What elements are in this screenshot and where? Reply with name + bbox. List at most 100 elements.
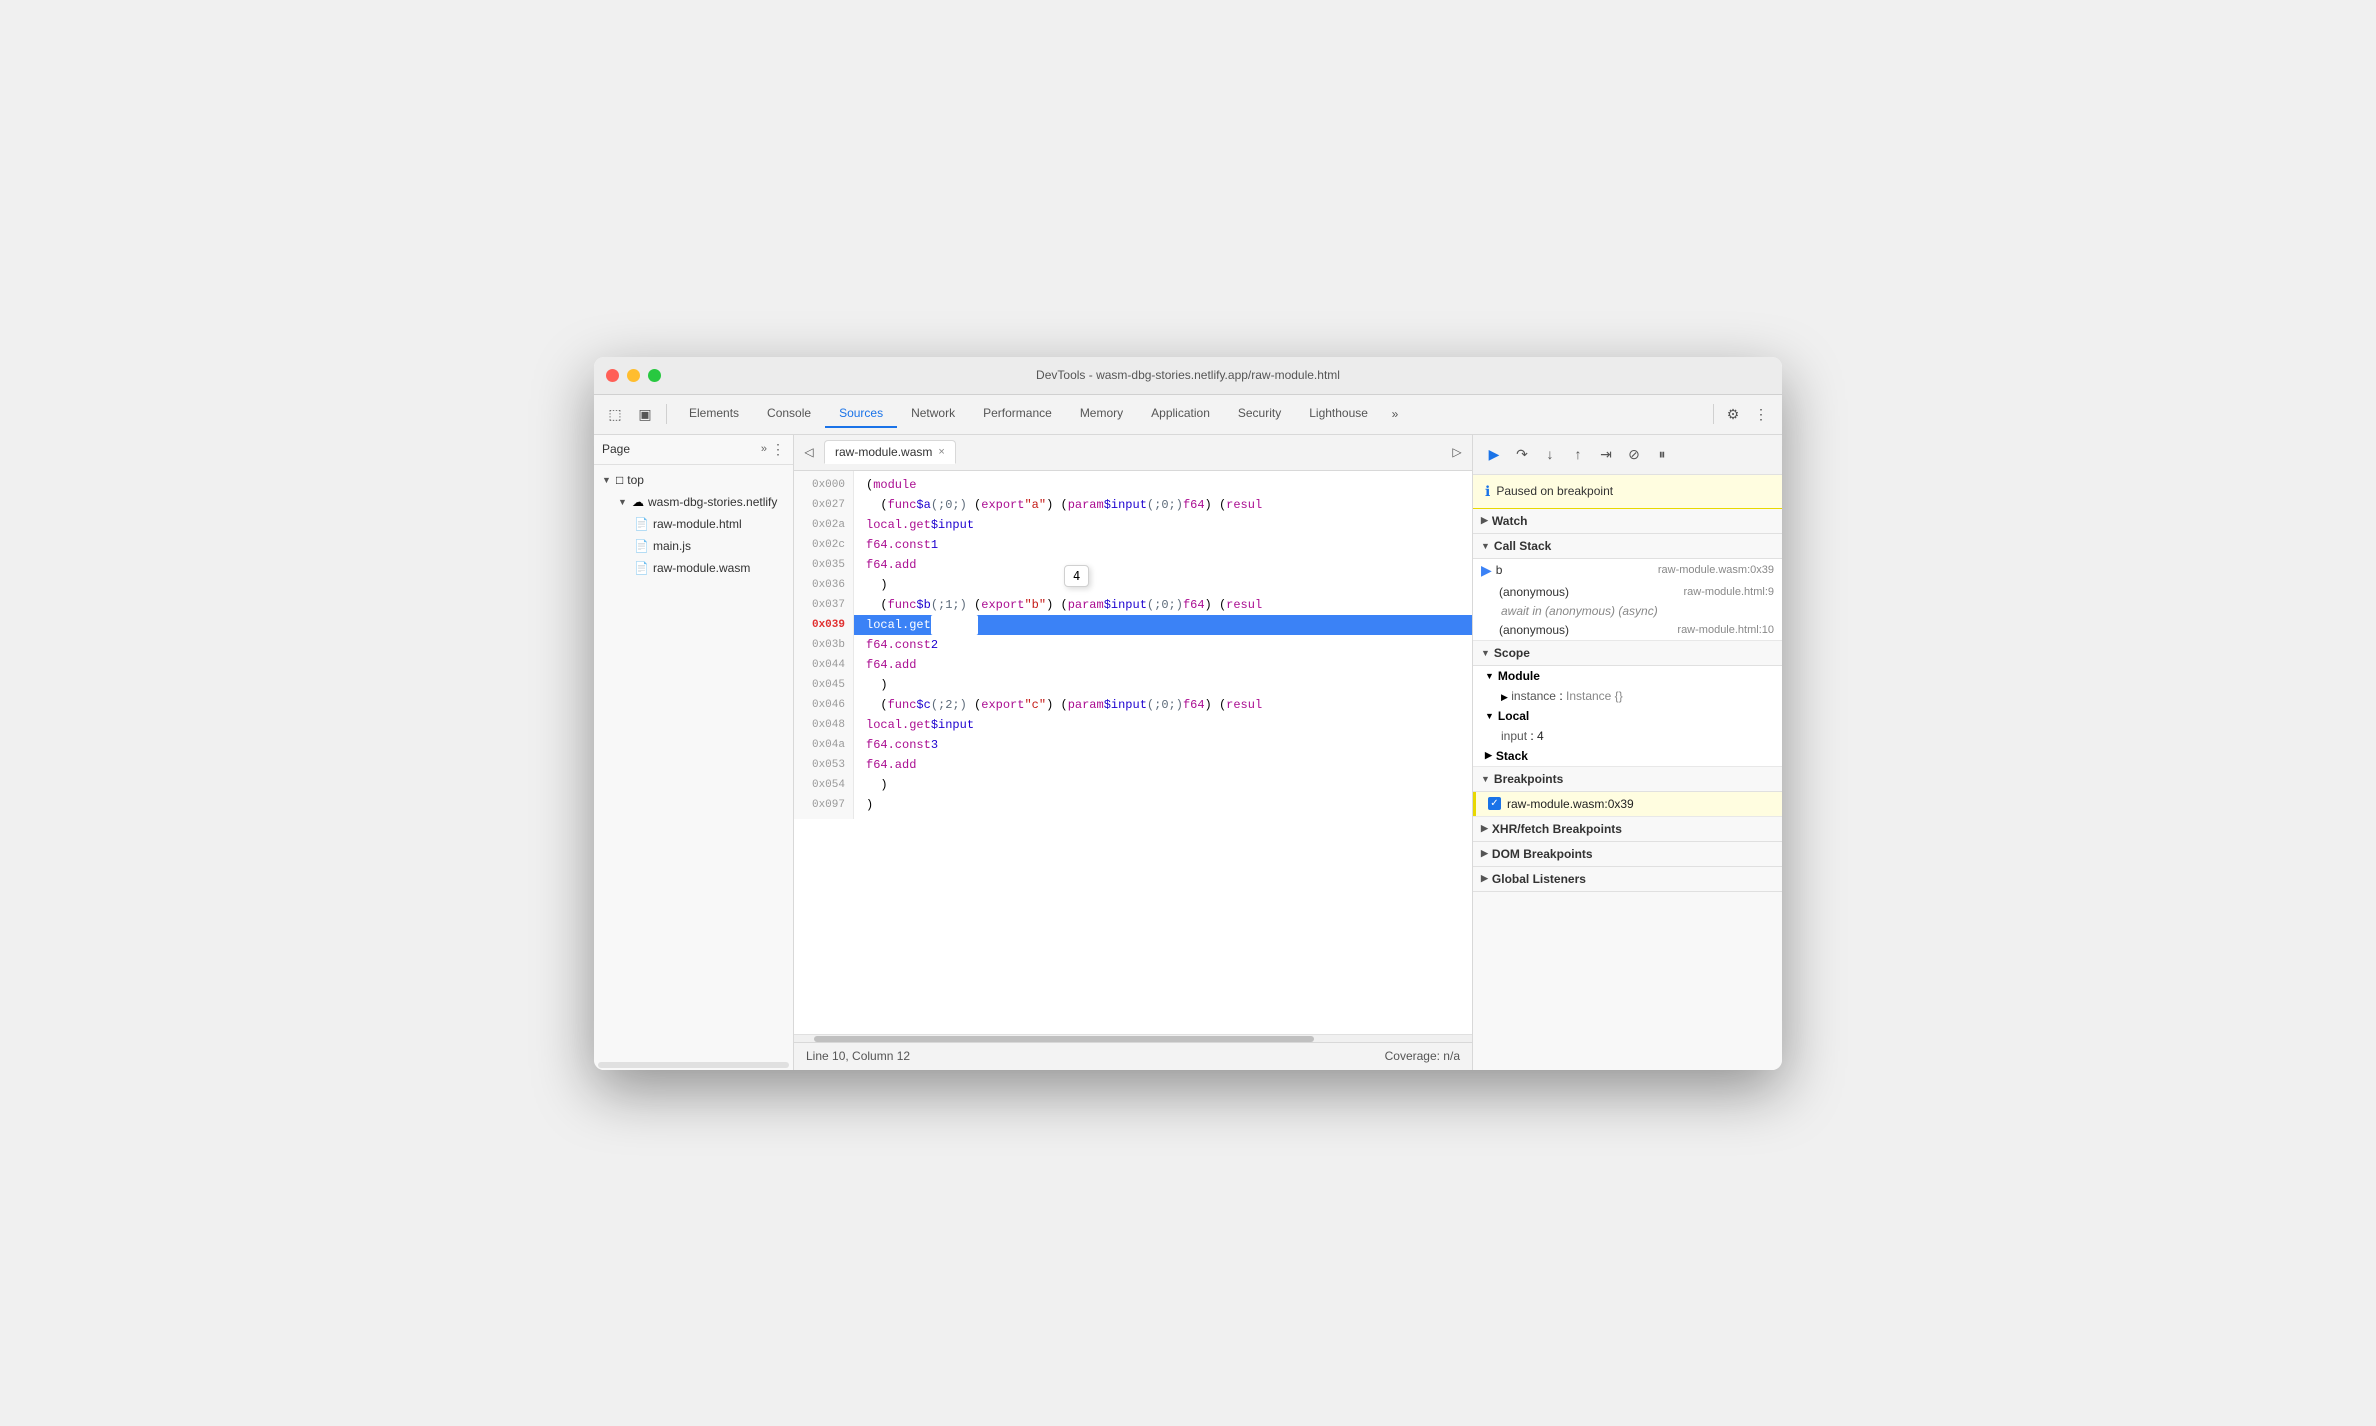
toolbar-right: ⚙ ⋮ (1709, 401, 1774, 427)
line-num-11: 0x045 (802, 675, 845, 695)
watch-section-header[interactable]: ▶ Watch (1473, 509, 1782, 534)
maximize-button[interactable] (648, 369, 661, 382)
code-line-3: local.get $input (854, 515, 1472, 535)
breakpoint-item-1[interactable]: ✓ raw-module.wasm:0x39 (1473, 792, 1782, 816)
tab-close-icon[interactable]: × (938, 446, 944, 458)
code-line-11: ) (854, 675, 1472, 695)
tab-memory[interactable]: Memory (1066, 400, 1137, 428)
scope-local[interactable]: ▼ Local (1473, 706, 1782, 726)
cursor-icon[interactable]: ⬚ (602, 401, 628, 427)
resume-btn[interactable]: ▶ (1481, 441, 1507, 467)
code-wrapper: 0x000 0x027 0x02a 0x02c 0x035 0x036 0x03… (794, 471, 1472, 819)
callstack-fn-anon2: (anonymous) (1499, 623, 1673, 637)
scope-content: ▼ Module ▶ instance : Instance {} ▼ Loca… (1473, 666, 1782, 767)
line-num-5: 0x035 (802, 555, 845, 575)
callstack-loc-anon2: raw-module.html:10 (1677, 624, 1774, 636)
step-out-btn[interactable]: ↑ (1565, 441, 1591, 467)
tree-item-wasm[interactable]: 📄 raw-module.wasm (594, 557, 793, 579)
right-panel: ▶ ↷ ↓ ↑ ⇥ ⊘ ⏸ ℹ Paused on breakpoint ▶ W… (1472, 435, 1782, 1070)
code-line-6: ) (854, 575, 1472, 595)
sidebar-page-label: Page (602, 442, 761, 456)
callstack-loc-anon1: raw-module.html:9 (1684, 586, 1774, 598)
sidebar-header: Page » ⋮ (594, 435, 793, 465)
breakpoints-label: Breakpoints (1494, 772, 1563, 786)
code-line-16: ) (854, 775, 1472, 795)
close-button[interactable] (606, 369, 619, 382)
tab-elements[interactable]: Elements (675, 400, 753, 428)
callstack-row-anon2[interactable]: (anonymous) raw-module.html:10 (1473, 620, 1782, 640)
tree-item-origin[interactable]: ▼ ☁ wasm-dbg-stories.netlify (594, 491, 793, 513)
callstack-row-b[interactable]: ▶ b raw-module.wasm:0x39 (1473, 559, 1782, 582)
breakpoint-checkbox[interactable]: ✓ (1488, 797, 1501, 810)
titlebar: DevTools - wasm-dbg-stories.netlify.app/… (594, 357, 1782, 395)
minimize-button[interactable] (627, 369, 640, 382)
line-num-3: 0x02a (802, 515, 845, 535)
tree-label-origin: wasm-dbg-stories.netlify (648, 495, 777, 509)
tab-performance[interactable]: Performance (969, 400, 1066, 428)
breakpoints-arrow-icon: ▼ (1481, 774, 1490, 784)
callstack-arrow-icon: ▼ (1481, 541, 1490, 551)
xhr-section-header[interactable]: ▶ XHR/fetch Breakpoints (1473, 817, 1782, 842)
callstack-row-anon1[interactable]: (anonymous) raw-module.html:9 (1473, 582, 1782, 602)
scope-module[interactable]: ▼ Module (1473, 666, 1782, 686)
dock-icon[interactable]: ▣ (632, 401, 658, 427)
tab-sources[interactable]: Sources (825, 400, 897, 428)
tab-lighthouse[interactable]: Lighthouse (1295, 400, 1382, 428)
separator (666, 404, 667, 424)
line-num-2: 0x027 (802, 495, 845, 515)
current-frame-icon: ▶ (1481, 562, 1492, 579)
code-line-10: f64.add (854, 655, 1472, 675)
line-num-8: 0x039 (802, 615, 845, 635)
code-line-14: f64.const 3 (854, 735, 1472, 755)
more-tabs-icon[interactable]: » (1382, 401, 1408, 427)
breakpoints-section-header[interactable]: ▼ Breakpoints (1473, 767, 1782, 792)
line-num-7: 0x037 (802, 595, 845, 615)
sidebar-scrollbar[interactable] (598, 1062, 789, 1068)
run-snippet-icon[interactable]: ▷ (1446, 441, 1468, 463)
main-content: Page » ⋮ ▼ □ top ▼ ☁ wasm-dbg-stories.ne… (594, 435, 1782, 1070)
code-scrollbar[interactable] (794, 1034, 1472, 1042)
tree-item-html[interactable]: 📄 raw-module.html (594, 513, 793, 535)
code-scrollbar-thumb[interactable] (814, 1036, 1314, 1042)
code-lines: (module (func $a (;0;) (export "a") (par… (854, 471, 1472, 819)
code-content: 0x000 0x027 0x02a 0x02c 0x035 0x036 0x03… (794, 471, 1472, 819)
step-into-btn[interactable]: ↓ (1537, 441, 1563, 467)
global-listeners-section-header[interactable]: ▶ Global Listeners (1473, 867, 1782, 892)
active-editor-tab[interactable]: raw-module.wasm × (824, 440, 956, 464)
line-num-15: 0x053 (802, 755, 845, 775)
tree-item-top[interactable]: ▼ □ top (594, 469, 793, 491)
pause-exceptions-btn[interactable]: ⏸ (1649, 441, 1675, 467)
settings-icon[interactable]: ⚙ (1720, 401, 1746, 427)
scope-input-key: input (1501, 729, 1527, 743)
step-btn[interactable]: ⇥ (1593, 441, 1619, 467)
line-num-12: 0x046 (802, 695, 845, 715)
more-options-icon[interactable]: ⋮ (1748, 401, 1774, 427)
code-line-1: (module (854, 475, 1472, 495)
watch-arrow-icon: ▶ (1481, 515, 1488, 526)
step-over-btn[interactable]: ↷ (1509, 441, 1535, 467)
paused-label: Paused on breakpoint (1496, 484, 1613, 498)
tab-back-icon[interactable]: ◁ (798, 441, 820, 463)
tree-label-js: main.js (653, 539, 691, 553)
dom-section-header[interactable]: ▶ DOM Breakpoints (1473, 842, 1782, 867)
more-icon[interactable]: » (761, 443, 767, 455)
tab-application[interactable]: Application (1137, 400, 1224, 428)
scope-section-header[interactable]: ▼ Scope (1473, 641, 1782, 666)
tree-item-js[interactable]: 📄 main.js (594, 535, 793, 557)
code-line-2: (func $a (;0;) (export "a") (param $inpu… (854, 495, 1472, 515)
status-coverage: Coverage: n/a (1385, 1049, 1460, 1063)
sidebar-menu-icon[interactable]: ⋮ (771, 441, 785, 458)
scope-stack[interactable]: ▶ Stack (1473, 746, 1782, 766)
code-editor[interactable]: 0x000 0x027 0x02a 0x02c 0x035 0x036 0x03… (794, 471, 1472, 1034)
tab-security[interactable]: Security (1224, 400, 1295, 428)
line-num-6: 0x036 (802, 575, 845, 595)
main-toolbar: ⬚ ▣ Elements Console Sources Network Per… (594, 395, 1782, 435)
status-position: Line 10, Column 12 (806, 1049, 910, 1063)
callstack-loc-b: raw-module.wasm:0x39 (1658, 564, 1774, 576)
deactivate-breakpoints-btn[interactable]: ⊘ (1621, 441, 1647, 467)
scope-module-label: Module (1498, 669, 1540, 683)
tab-console[interactable]: Console (753, 400, 825, 428)
scope-instance-row: ▶ instance : Instance {} (1473, 686, 1782, 706)
callstack-section-header[interactable]: ▼ Call Stack (1473, 534, 1782, 559)
tab-network[interactable]: Network (897, 400, 969, 428)
